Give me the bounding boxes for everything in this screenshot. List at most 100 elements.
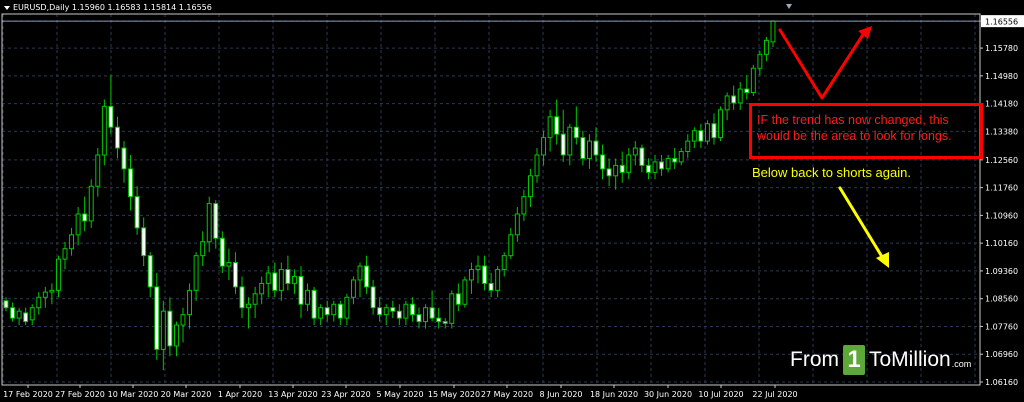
- candle-body: [291, 275, 297, 284]
- candle-body: [534, 154, 540, 177]
- candle-body: [390, 307, 396, 312]
- candle-body: [685, 140, 691, 153]
- candle: [69, 227, 75, 256]
- x-tick-label: 13 Apr 2020: [268, 390, 317, 399]
- y-tick-label: 1.06160: [985, 378, 1018, 387]
- candle: [252, 286, 258, 319]
- candle-body: [239, 286, 245, 309]
- candle: [744, 75, 750, 100]
- candle-body: [718, 109, 724, 139]
- candle-body: [567, 126, 573, 156]
- candle-body: [141, 227, 147, 257]
- candle: [95, 148, 101, 197]
- candle-body: [108, 105, 114, 128]
- candle-body: [311, 289, 317, 319]
- candle-body: [501, 255, 507, 271]
- logo-tomillion-text: ToMillion: [869, 348, 951, 371]
- candle-body: [3, 300, 9, 309]
- brand-logo: From 1 ToMillion .com: [790, 342, 971, 378]
- candle: [324, 300, 330, 322]
- candle-body: [69, 234, 75, 250]
- candle: [718, 106, 724, 142]
- candle: [462, 276, 468, 308]
- candle-body: [344, 296, 350, 319]
- candle-body: [95, 154, 101, 187]
- candle: [455, 283, 461, 312]
- candle: [429, 290, 435, 322]
- candle: [75, 207, 81, 246]
- candle: [403, 300, 409, 326]
- candle-body: [16, 310, 22, 319]
- candle-body: [665, 157, 671, 170]
- candle: [291, 269, 297, 294]
- candle: [311, 286, 317, 326]
- candle: [573, 106, 579, 145]
- candle: [560, 109, 566, 162]
- candle: [521, 189, 527, 221]
- candle: [108, 75, 114, 135]
- candle: [121, 141, 127, 183]
- candles-layer: [3, 20, 776, 371]
- candle: [147, 252, 153, 298]
- candle: [278, 262, 284, 301]
- candle: [383, 304, 389, 326]
- candle-body: [744, 88, 750, 94]
- candle-body: [134, 196, 140, 229]
- candle-body: [436, 317, 442, 323]
- candle-body: [29, 307, 35, 321]
- candle-body: [639, 147, 645, 166]
- dropdown-triangle-icon[interactable]: [4, 5, 10, 10]
- candle: [160, 300, 166, 371]
- candle-body: [23, 312, 29, 323]
- candle: [554, 99, 560, 145]
- annotation-shorts-text: Below back to shorts again.: [752, 165, 911, 180]
- candle: [436, 307, 442, 329]
- candle-body: [364, 265, 370, 288]
- candle-body: [370, 286, 376, 309]
- y-tick-label: 1.08560: [985, 295, 1018, 304]
- candle: [685, 134, 691, 159]
- symbol-info-text: EURUSD,Daily 1.15960 1.16583 1.15814 1.1…: [13, 3, 212, 12]
- candle-body: [659, 161, 665, 170]
- candle: [114, 116, 120, 159]
- candle-body: [606, 168, 612, 177]
- grid-layer: [2, 14, 980, 385]
- y-tick-label: 1.13380: [985, 127, 1018, 136]
- candle: [128, 154, 134, 211]
- candle-body: [737, 88, 743, 104]
- candle-body: [305, 289, 311, 305]
- candle: [527, 168, 533, 208]
- candle-body: [600, 154, 606, 170]
- candle-body: [226, 262, 232, 267]
- candle: [613, 158, 619, 190]
- candle: [337, 300, 343, 326]
- candle-body: [619, 164, 625, 173]
- candle: [501, 252, 507, 277]
- candle: [586, 134, 592, 169]
- candle-body: [232, 262, 238, 288]
- y-tick-label: 1.15780: [985, 44, 1018, 53]
- candle-body: [278, 269, 284, 291]
- candle-body: [265, 272, 271, 284]
- candle: [364, 255, 370, 294]
- x-tick-label: 30 Jun 2020: [644, 390, 692, 399]
- candle: [652, 154, 658, 180]
- candle: [370, 279, 376, 315]
- candle-body: [147, 255, 153, 288]
- candle: [678, 148, 684, 166]
- candle-body: [377, 307, 383, 316]
- candle-body: [652, 161, 658, 173]
- candle-body: [626, 154, 632, 173]
- candle: [691, 127, 697, 149]
- candle: [357, 262, 363, 298]
- candle: [750, 64, 756, 96]
- yellow-arrowhead-icon: [876, 252, 889, 268]
- x-tick-label: 15 May 2020: [428, 390, 480, 399]
- candle-body: [724, 95, 730, 111]
- candle-body: [750, 67, 756, 94]
- candle-body: [396, 310, 402, 319]
- y-tick-label: 1.10160: [985, 239, 1018, 248]
- candle-body: [272, 272, 278, 291]
- candle: [757, 50, 763, 76]
- candle-body: [331, 303, 337, 316]
